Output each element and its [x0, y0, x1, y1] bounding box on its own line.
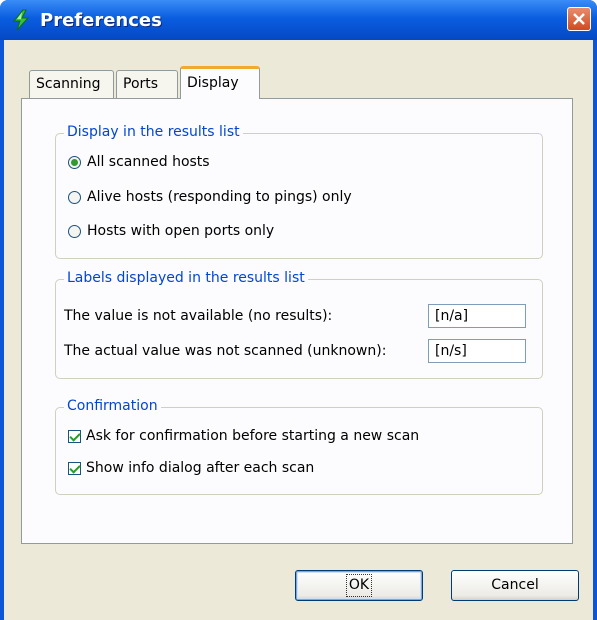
not-available-label: The value is not available (no results):	[64, 308, 333, 324]
close-icon	[573, 13, 585, 25]
radio-all-scanned-hosts[interactable]: All scanned hosts	[68, 154, 210, 170]
preferences-window: Preferences Scanning Ports Display Displ…	[0, 0, 597, 620]
not-scanned-label: The actual value was not scanned (unknow…	[64, 343, 387, 359]
tab-ports[interactable]: Ports	[116, 70, 178, 98]
tab-ports-label: Ports	[123, 76, 159, 92]
tab-display-label: Display	[187, 75, 239, 91]
title-bar[interactable]: Preferences	[0, 0, 597, 40]
radio-button[interactable]	[68, 224, 81, 238]
tab-scanning-label: Scanning	[36, 76, 101, 92]
ask-confirmation-checkbox[interactable]: Ask for confirmation before starting a n…	[68, 428, 419, 444]
ok-button-label: OK	[345, 574, 373, 597]
confirmation-group-title: Confirmation	[64, 398, 161, 414]
not-scanned-input[interactable]: [n/s]	[428, 339, 526, 363]
close-button[interactable]	[567, 7, 591, 31]
radio-button-selected[interactable]	[68, 155, 81, 169]
ask-confirmation-label: Ask for confirmation before starting a n…	[86, 428, 420, 444]
display-results-group-title: Display in the results list	[64, 124, 243, 140]
checkbox-checked[interactable]	[68, 429, 81, 443]
ok-button[interactable]: OK	[295, 570, 423, 601]
cancel-button[interactable]: Cancel	[451, 570, 579, 601]
radio-button[interactable]	[68, 190, 81, 204]
tab-display[interactable]: Display	[180, 66, 260, 99]
show-info-dialog-label: Show info dialog after each scan	[86, 460, 315, 476]
window-title: Preferences	[40, 10, 162, 31]
cancel-button-label: Cancel	[491, 577, 539, 593]
radio-hosts-open-ports-only-label: Hosts with open ports only	[87, 223, 275, 239]
lightning-app-icon	[12, 9, 30, 31]
radio-hosts-open-ports-only[interactable]: Hosts with open ports only	[68, 223, 274, 239]
checkbox-checked[interactable]	[68, 461, 81, 475]
display-results-group: Display in the results list All scanned …	[55, 124, 543, 259]
not-available-input[interactable]: [n/a]	[428, 304, 526, 328]
radio-alive-hosts-only[interactable]: Alive hosts (responding to pings) only	[68, 189, 352, 205]
confirmation-group: Confirmation Ask for confirmation before…	[55, 398, 543, 495]
radio-all-scanned-hosts-label: All scanned hosts	[87, 154, 210, 170]
tab-scanning[interactable]: Scanning	[29, 70, 114, 98]
labels-results-group-title: Labels displayed in the results list	[64, 270, 308, 286]
radio-alive-hosts-only-label: Alive hosts (responding to pings) only	[87, 189, 352, 205]
tab-panel-display: Display in the results list All scanned …	[21, 98, 573, 544]
labels-results-group: Labels displayed in the results list The…	[55, 270, 543, 379]
show-info-dialog-checkbox[interactable]: Show info dialog after each scan	[68, 460, 314, 476]
